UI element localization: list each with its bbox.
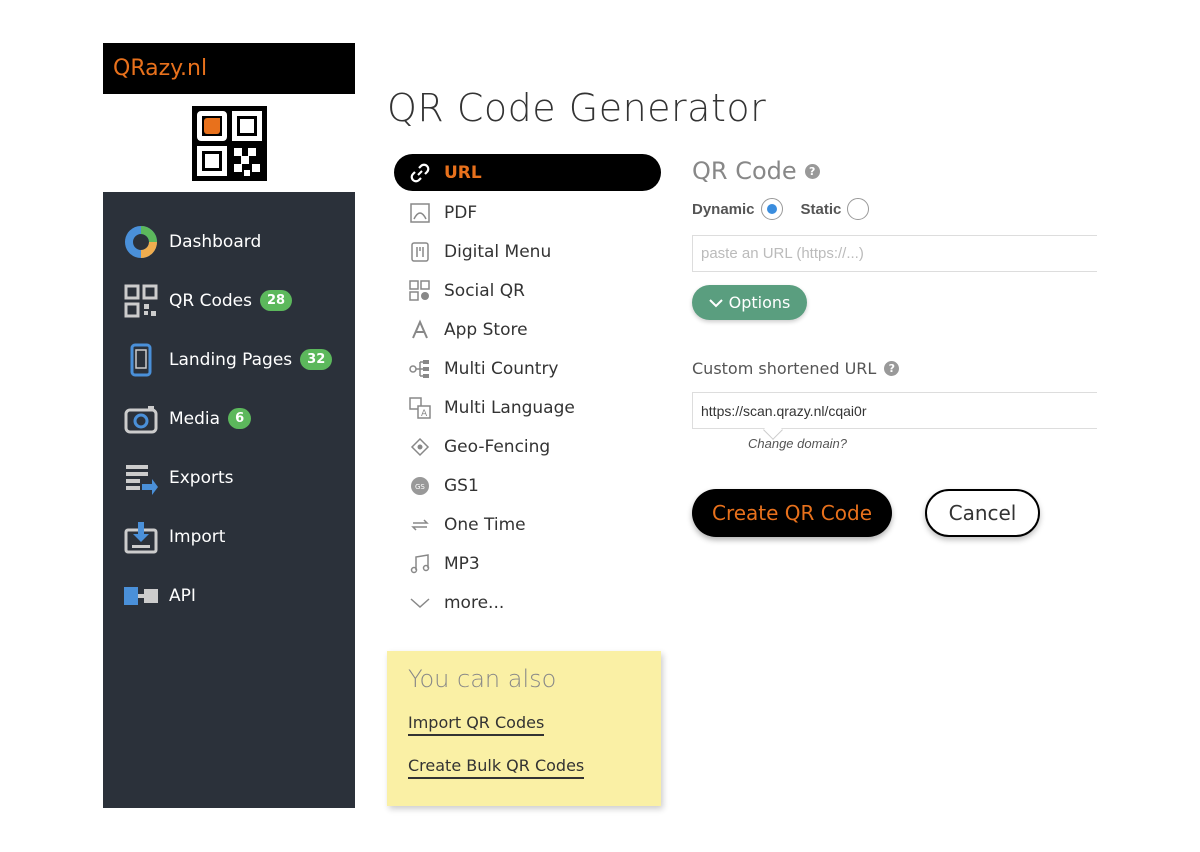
also-note: You can also Import QR Codes Create Bulk… <box>387 651 661 806</box>
api-icon <box>123 578 159 614</box>
help-icon[interactable]: ? <box>804 163 820 179</box>
qr-code-icon <box>123 283 159 319</box>
camera-icon <box>123 401 159 437</box>
count-badge: 32 <box>300 349 333 370</box>
type-label: Geo-Fencing <box>444 436 551 457</box>
url-input[interactable] <box>692 235 1097 272</box>
type-digital-menu[interactable]: Digital Menu <box>394 232 661 271</box>
logo-area <box>103 94 355 192</box>
social-icon <box>408 279 432 303</box>
geo-icon <box>408 435 432 459</box>
static-radio[interactable] <box>847 198 870 220</box>
chevron-down-icon <box>708 298 723 307</box>
multi-country-icon <box>408 357 432 381</box>
cancel-button[interactable]: Cancel <box>925 489 1040 537</box>
type-label: One Time <box>444 514 526 535</box>
import-icon <box>123 519 159 555</box>
svg-text:GS: GS <box>415 483 425 491</box>
type-pdf[interactable]: PDF <box>394 193 661 232</box>
page-title: QR Code Generator <box>387 86 767 130</box>
sidebar-item-label: Media <box>169 408 221 429</box>
type-multi-language[interactable]: A Multi Language <box>394 388 661 427</box>
sidebar-item-media[interactable]: Media 6 <box>103 389 355 448</box>
mobile-icon <box>123 342 159 378</box>
chevron-down-icon <box>408 591 432 615</box>
qr-code-title: QR Code <box>692 157 797 185</box>
qr-kind-radios: Dynamic Static <box>692 198 887 220</box>
type-label: PDF <box>444 202 478 223</box>
change-domain-link[interactable]: Change domain? <box>748 436 847 451</box>
create-bulk-qr-codes-link[interactable]: Create Bulk QR Codes <box>408 756 585 779</box>
sidebar-nav: Dashboard QR Codes 28 Landing Pages 32 M… <box>103 192 355 625</box>
type-url[interactable]: URL <box>394 154 661 191</box>
gs1-icon: GS <box>408 474 432 498</box>
type-label: App Store <box>444 319 528 340</box>
qr-logo-icon[interactable] <box>191 105 267 181</box>
type-label: Multi Language <box>444 397 575 418</box>
type-social-qr[interactable]: Social QR <box>394 271 661 310</box>
sidebar-item-label: API <box>169 585 196 606</box>
type-mp3[interactable]: MP3 <box>394 544 661 583</box>
link-icon <box>408 161 432 185</box>
type-label: Multi Country <box>444 358 559 379</box>
pdf-icon <box>408 201 432 225</box>
type-label: Digital Menu <box>444 241 552 262</box>
sidebar-item-api[interactable]: API <box>103 566 355 625</box>
count-badge: 6 <box>228 408 252 429</box>
menu-icon <box>408 240 432 264</box>
sidebar-item-import[interactable]: Import <box>103 507 355 566</box>
brand-name[interactable]: QRazy.nl <box>113 56 207 81</box>
sidebar-item-label: Dashboard <box>169 231 262 252</box>
type-label: MP3 <box>444 553 480 574</box>
static-label: Static <box>800 200 842 218</box>
dynamic-label: Dynamic <box>692 200 755 218</box>
type-more[interactable]: more... <box>394 583 661 622</box>
dynamic-radio[interactable] <box>760 198 783 220</box>
short-url-input[interactable] <box>692 392 1097 429</box>
type-label: more... <box>444 592 505 613</box>
type-gs1[interactable]: GS GS1 <box>394 466 661 505</box>
create-qr-code-button[interactable]: Create QR Code <box>692 489 892 537</box>
count-badge: 28 <box>259 290 293 311</box>
custom-url-heading: Custom shortened URL ? <box>692 359 900 378</box>
type-geo-fencing[interactable]: Geo-Fencing <box>394 427 661 466</box>
note-title: You can also <box>408 665 557 693</box>
type-one-time[interactable]: One Time <box>394 505 661 544</box>
type-label: GS1 <box>444 475 479 496</box>
sidebar-item-label: Exports <box>169 467 234 488</box>
sidebar-item-qr-codes[interactable]: QR Codes 28 <box>103 271 355 330</box>
sidebar-item-label: QR Codes <box>169 290 252 311</box>
custom-url-label: Custom shortened URL <box>692 359 877 378</box>
sidebar-item-label: Landing Pages <box>169 349 293 370</box>
one-time-icon <box>408 513 432 537</box>
sidebar-item-landing-pages[interactable]: Landing Pages 32 <box>103 330 355 389</box>
music-icon <box>408 552 432 576</box>
help-icon[interactable]: ? <box>884 361 900 376</box>
svg-text:A: A <box>421 409 428 419</box>
options-label: Options <box>728 293 791 312</box>
sidebar-item-label: Import <box>169 526 226 547</box>
type-label: URL <box>444 162 482 183</box>
import-qr-codes-link[interactable]: Import QR Codes <box>408 713 545 736</box>
dashboard-icon <box>123 224 159 260</box>
qr-type-list: URL PDF Digital Menu Social QR App Store… <box>394 154 661 622</box>
type-multi-country[interactable]: Multi Country <box>394 349 661 388</box>
options-button[interactable]: Options <box>692 285 807 320</box>
qr-code-heading: QR Code ? <box>692 157 820 185</box>
app-store-icon <box>408 318 432 342</box>
type-label: Social QR <box>444 280 525 301</box>
sidebar: QRazy.nl Dashboard QR Codes 28 Landing P… <box>103 43 355 808</box>
export-icon <box>123 460 159 496</box>
sidebar-item-exports[interactable]: Exports <box>103 448 355 507</box>
type-app-store[interactable]: App Store <box>394 310 661 349</box>
language-icon: A <box>408 396 432 420</box>
brand-bar: QRazy.nl <box>103 43 355 94</box>
sidebar-item-dashboard[interactable]: Dashboard <box>103 212 355 271</box>
